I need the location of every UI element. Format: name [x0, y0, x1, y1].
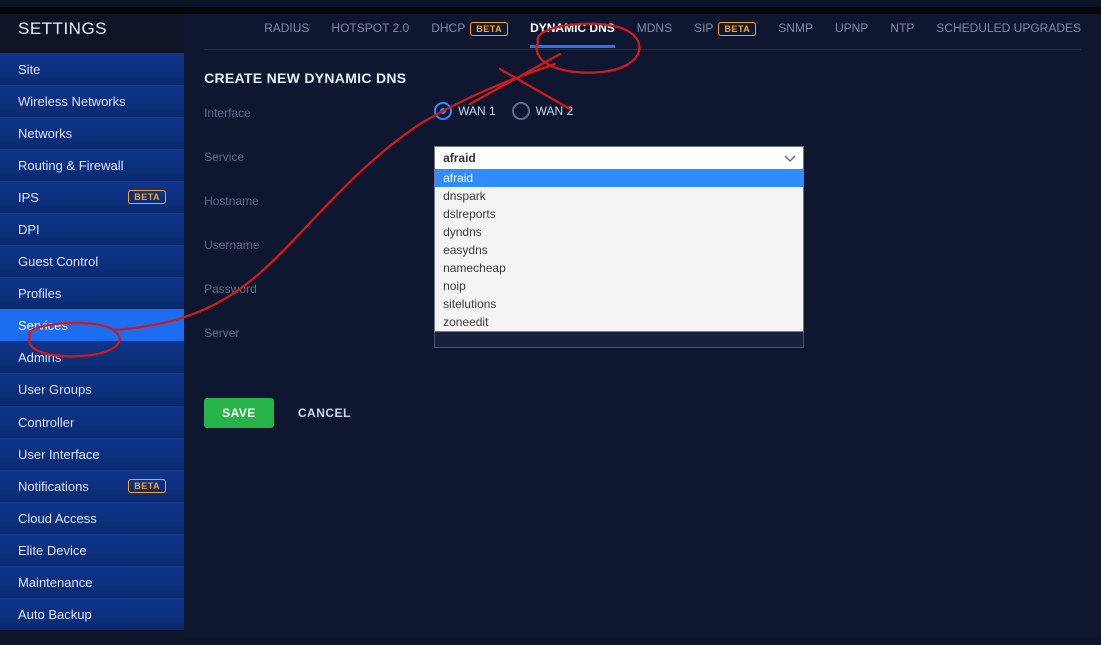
- service-option-noip[interactable]: noip: [435, 277, 803, 295]
- service-options-list: afraiddnsparkdslreportsdyndnseasydnsname…: [434, 169, 804, 332]
- tab-label: RADIUS: [264, 21, 309, 35]
- sidebar-item-controller[interactable]: Controller: [0, 406, 184, 438]
- tab-scheduled-upgrades[interactable]: SCHEDULED UPGRADES: [936, 9, 1081, 47]
- sidebar-item-ips[interactable]: IPS BETA: [0, 181, 184, 213]
- sidebar-item-user-groups[interactable]: User Groups: [0, 373, 184, 405]
- tab-label: MDNS: [637, 21, 672, 35]
- main-panel: RADIUS HOTSPOT 2.0 DHCP BETA DYNAMIC DNS MDNS…: [184, 7, 1101, 638]
- sidebar-item-label: User Groups: [18, 382, 92, 397]
- beta-badge: BETA: [470, 22, 508, 36]
- label-server: Server: [204, 322, 434, 340]
- tab-radius[interactable]: RADIUS: [264, 9, 309, 47]
- sidebar-item-networks[interactable]: Networks: [0, 117, 184, 149]
- chevron-down-icon: [783, 152, 797, 164]
- radio-dot-icon: [512, 102, 530, 120]
- sidebar-item-label: Admins: [18, 350, 61, 365]
- tab-dynamic-dns[interactable]: DYNAMIC DNS: [530, 9, 615, 47]
- sidebar-item-label: DPI: [18, 222, 40, 237]
- tab-label: HOTSPOT 2.0: [331, 21, 409, 35]
- radio-dot-icon: [434, 102, 452, 120]
- dynamic-dns-form: Interface WAN 1 WAN 2 Service: [204, 102, 1081, 348]
- tab-label: UPNP: [835, 21, 868, 35]
- service-option-afraid[interactable]: afraid: [435, 169, 803, 187]
- service-option-zoneedit[interactable]: zoneedit: [435, 313, 803, 331]
- sidebar-item-label: Guest Control: [18, 254, 98, 269]
- radio-wan1-label: WAN 1: [458, 104, 496, 118]
- sidebar-item-label: IPS: [18, 190, 39, 205]
- tab-label: SIP: [694, 21, 713, 35]
- sidebar-item-label: Controller: [18, 415, 74, 430]
- sidebar-item-wireless-networks[interactable]: Wireless Networks: [0, 85, 184, 117]
- beta-badge: BETA: [128, 190, 166, 204]
- service-option-dyndns[interactable]: dyndns: [435, 223, 803, 241]
- sidebar-item-services[interactable]: Services: [0, 309, 184, 341]
- label-password: Password: [204, 278, 434, 296]
- beta-badge: BETA: [718, 22, 756, 36]
- sidebar-item-elite-device[interactable]: Elite Device: [0, 534, 184, 566]
- sidebar-item-label: User Interface: [18, 447, 100, 462]
- service-selected-value: afraid: [443, 151, 476, 165]
- tab-label: NTP: [890, 21, 914, 35]
- sidebar-item-label: Maintenance: [18, 575, 92, 590]
- sidebar-item-user-interface[interactable]: User Interface: [0, 438, 184, 470]
- label-username: Username: [204, 234, 434, 252]
- tab-dhcp[interactable]: DHCP BETA: [431, 9, 508, 48]
- sidebar-item-guest-control[interactable]: Guest Control: [0, 245, 184, 277]
- sidebar-item-notifications[interactable]: Notifications BETA: [0, 470, 184, 502]
- row-interface: Interface WAN 1 WAN 2: [204, 102, 1081, 128]
- sidebar-item-maintenance[interactable]: Maintenance: [0, 566, 184, 598]
- service-select[interactable]: afraid afraiddnsparkdslreportsdyndnseasy…: [434, 146, 804, 170]
- tab-hotspot-2-0[interactable]: HOTSPOT 2.0: [331, 9, 409, 47]
- sidebar-item-label: Services: [18, 318, 68, 333]
- sidebar-item-label: Cloud Access: [18, 511, 97, 526]
- tab-ntp[interactable]: NTP: [890, 9, 914, 47]
- services-tabs: RADIUS HOTSPOT 2.0 DHCP BETA DYNAMIC DNS MDNS…: [204, 7, 1081, 50]
- sidebar-item-label: Routing & Firewall: [18, 158, 124, 173]
- label-service: Service: [204, 146, 434, 164]
- tab-label: SNMP: [778, 21, 813, 35]
- sidebar-item-dpi[interactable]: DPI: [0, 213, 184, 245]
- service-select-head[interactable]: afraid: [434, 146, 804, 170]
- sidebar-list: Site Wireless Networks Networks Routing & F…: [0, 53, 184, 630]
- sidebar-item-profiles[interactable]: Profiles: [0, 277, 184, 309]
- sidebar-item-label: Profiles: [18, 286, 61, 301]
- sidebar-item-label: Wireless Networks: [18, 94, 126, 109]
- row-service: Service afraid afraiddnsparkdslreportsdy…: [204, 146, 1081, 172]
- cancel-button[interactable]: CANCEL: [298, 406, 351, 420]
- sidebar-item-label: Auto Backup: [18, 607, 92, 622]
- radio-wan2[interactable]: WAN 2: [512, 102, 574, 120]
- sidebar-item-auto-backup[interactable]: Auto Backup: [0, 598, 184, 630]
- settings-sidebar: SETTINGS SiteWireless NetworksNetworksRo…: [0, 7, 184, 638]
- service-option-sitelutions[interactable]: sitelutions: [435, 295, 803, 313]
- save-button[interactable]: SAVE: [204, 398, 274, 428]
- tab-label: DHCP: [431, 21, 465, 35]
- tab-label: SCHEDULED UPGRADES: [936, 21, 1081, 35]
- sidebar-item-label: Networks: [18, 126, 72, 141]
- sidebar-item-routing-firewall[interactable]: Routing & Firewall: [0, 149, 184, 181]
- section-title: CREATE NEW DYNAMIC DNS: [204, 70, 1081, 86]
- radio-wan2-label: WAN 2: [536, 104, 574, 118]
- service-option-easydns[interactable]: easydns: [435, 241, 803, 259]
- label-interface: Interface: [204, 102, 434, 120]
- tab-upnp[interactable]: UPNP: [835, 9, 868, 47]
- sidebar-item-admins[interactable]: Admins: [0, 341, 184, 373]
- label-hostname: Hostname: [204, 190, 434, 208]
- tab-mdns[interactable]: MDNS: [637, 9, 672, 47]
- tab-sip[interactable]: SIP BETA: [694, 9, 756, 48]
- radio-wan1[interactable]: WAN 1: [434, 102, 496, 120]
- tab-label: DYNAMIC DNS: [530, 21, 615, 35]
- sidebar-item-cloud-access[interactable]: Cloud Access: [0, 502, 184, 534]
- sidebar-item-site[interactable]: Site: [0, 53, 184, 85]
- sidebar-item-label: Notifications: [18, 479, 89, 494]
- sidebar-item-label: Site: [18, 62, 40, 77]
- tab-snmp[interactable]: SNMP: [778, 9, 813, 47]
- beta-badge: BETA: [128, 479, 166, 493]
- service-option-namecheap[interactable]: namecheap: [435, 259, 803, 277]
- service-option-dslreports[interactable]: dslreports: [435, 205, 803, 223]
- service-option-dnspark[interactable]: dnspark: [435, 187, 803, 205]
- sidebar-item-label: Elite Device: [18, 543, 87, 558]
- form-actions: SAVE CANCEL: [204, 398, 1081, 428]
